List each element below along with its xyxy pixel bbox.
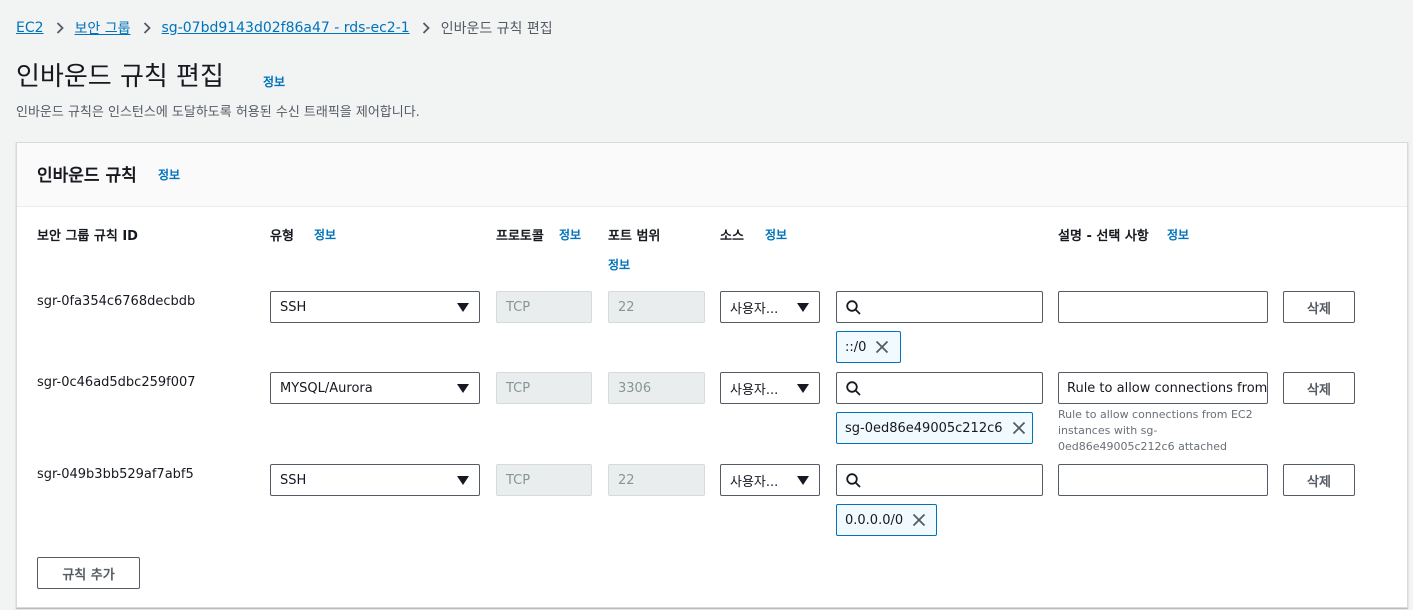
protocol-field: TCP xyxy=(496,291,592,323)
breadcrumb-security-groups[interactable]: 보안 그룹 xyxy=(75,18,131,38)
protocol-info-link[interactable]: 정보 xyxy=(559,226,581,243)
close-icon[interactable] xyxy=(875,340,889,354)
description-info-link[interactable]: 정보 xyxy=(1167,226,1189,243)
chevron-right-icon xyxy=(143,22,151,34)
protocol-value: TCP xyxy=(506,472,531,488)
source-info-link[interactable]: 정보 xyxy=(765,226,787,243)
delete-rule-button[interactable]: 삭제 xyxy=(1283,464,1355,496)
rule-id: sgr-0fa354c6768decbdb xyxy=(37,294,196,309)
source-type-value: 사용자... xyxy=(730,382,779,398)
breadcrumb-current: 인바운드 규칙 편집 xyxy=(440,21,553,37)
rule-id: sgr-0c46ad5dbc259f007 xyxy=(37,375,196,390)
panel-info-link[interactable]: 정보 xyxy=(158,166,180,183)
description-input[interactable] xyxy=(1058,464,1268,496)
inbound-rules-panel: 인바운드 규칙 정보 보안 그룹 규칙 ID 유형 정보 프로토콜 정보 포트 … xyxy=(16,142,1408,608)
description-hint: Rule to allow connections from EC2 insta… xyxy=(1058,408,1253,453)
source-type-select[interactable]: 사용자... xyxy=(720,291,820,323)
delete-rule-button[interactable]: 삭제 xyxy=(1283,291,1355,323)
type-select[interactable]: MYSQL/Aurora xyxy=(270,372,480,404)
breadcrumb-ec2[interactable]: EC2 xyxy=(16,20,44,36)
port-range-value: 22 xyxy=(618,472,635,488)
protocol-field: TCP xyxy=(496,464,592,496)
source-token: sg-0ed86e49005c212c6 xyxy=(836,412,1033,444)
column-header-description: 설명 - 선택 사항 xyxy=(1058,229,1149,244)
port-range-field: 3306 xyxy=(608,372,705,404)
description-input[interactable]: Rule to allow connections from EC2 insta… xyxy=(1058,372,1268,404)
caret-down-icon xyxy=(457,384,469,393)
port-range-field: 22 xyxy=(608,464,705,496)
chevron-right-icon xyxy=(422,22,430,34)
type-info-link[interactable]: 정보 xyxy=(314,226,336,243)
type-select[interactable]: SSH xyxy=(270,464,480,496)
description-input[interactable] xyxy=(1058,291,1268,323)
panel-header: 인바운드 규칙 정보 xyxy=(17,143,1407,207)
caret-down-icon xyxy=(457,303,469,312)
add-rule-button[interactable]: 규칙 추가 xyxy=(37,557,140,589)
source-token-label: sg-0ed86e49005c212c6 xyxy=(845,420,1003,436)
port-range-info-link[interactable]: 정보 xyxy=(608,256,630,273)
page-title: 인바운드 규칙 편집 xyxy=(16,62,224,92)
source-search-input[interactable] xyxy=(836,464,1043,496)
port-range-value: 22 xyxy=(618,299,635,315)
column-header-source: 소스 xyxy=(720,229,744,244)
breadcrumb: EC2 보안 그룹 sg-07bd9143d02f86a47 - rds-ec2… xyxy=(16,18,553,38)
protocol-field: TCP xyxy=(496,372,592,404)
caret-down-icon xyxy=(797,476,809,485)
source-token: 0.0.0.0/0 xyxy=(836,504,937,536)
port-range-field: 22 xyxy=(608,291,705,323)
type-select-value: SSH xyxy=(280,299,307,315)
delete-rule-button[interactable]: 삭제 xyxy=(1283,372,1355,404)
caret-down-icon xyxy=(457,476,469,485)
source-type-select[interactable]: 사용자... xyxy=(720,372,820,404)
close-icon[interactable] xyxy=(1012,421,1026,435)
source-token-label: ::/0 xyxy=(845,339,867,355)
column-header-port-range: 포트 범위 xyxy=(608,229,661,244)
source-token: ::/0 xyxy=(836,331,901,363)
page-description: 인바운드 규칙은 인스턴스에 도달하도록 허용된 수신 트래픽을 제어합니다. xyxy=(16,105,420,120)
column-header-protocol: 프로토콜 xyxy=(496,229,544,244)
search-icon xyxy=(846,473,861,488)
source-search-input[interactable] xyxy=(836,372,1043,404)
source-search-input[interactable] xyxy=(836,291,1043,323)
port-range-value: 3306 xyxy=(618,380,652,396)
source-token-label: 0.0.0.0/0 xyxy=(845,512,904,528)
caret-down-icon xyxy=(797,384,809,393)
search-icon xyxy=(846,300,861,315)
source-type-value: 사용자... xyxy=(730,474,779,490)
close-icon[interactable] xyxy=(912,513,926,527)
search-icon xyxy=(846,381,861,396)
breadcrumb-security-group-id[interactable]: sg-07bd9143d02f86a47 - rds-ec2-1 xyxy=(162,20,410,36)
source-type-value: 사용자... xyxy=(730,301,779,317)
type-select[interactable]: SSH xyxy=(270,291,480,323)
rule-id: sgr-049b3bb529af7abf5 xyxy=(37,467,194,482)
source-type-select[interactable]: 사용자... xyxy=(720,464,820,496)
protocol-value: TCP xyxy=(506,380,531,396)
protocol-value: TCP xyxy=(506,299,531,315)
page-title-info-link[interactable]: 정보 xyxy=(263,73,285,90)
caret-down-icon xyxy=(797,303,809,312)
panel-title: 인바운드 규칙 xyxy=(37,166,137,186)
chevron-right-icon xyxy=(56,22,64,34)
column-header-type: 유형 xyxy=(270,229,294,244)
type-select-value: SSH xyxy=(280,472,307,488)
type-select-value: MYSQL/Aurora xyxy=(280,380,373,396)
column-header-rule-id: 보안 그룹 규칙 ID xyxy=(37,229,138,244)
description-value: Rule to allow connections from EC2 insta… xyxy=(1067,380,1268,396)
